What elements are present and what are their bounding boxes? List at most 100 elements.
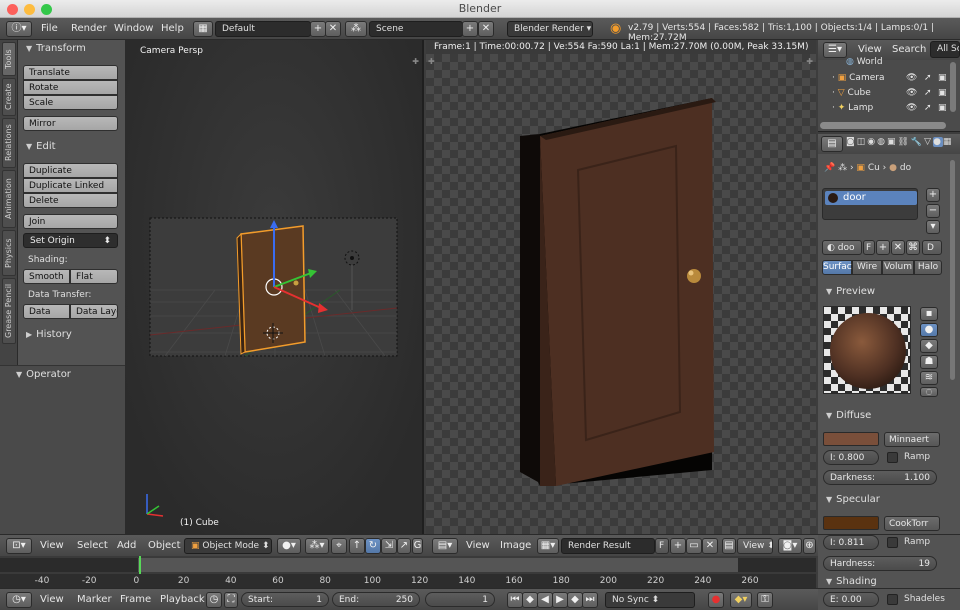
tab-halo[interactable]: Halo — [914, 260, 942, 275]
render-camera-icon[interactable]: ▣ — [938, 88, 947, 98]
specular-intensity-field[interactable]: I: 0.811 — [823, 535, 879, 550]
specular-color-swatch[interactable] — [823, 516, 879, 530]
menu-window[interactable]: Window — [114, 23, 153, 34]
unlink-material-icon[interactable]: ✕ — [891, 240, 905, 255]
viewport-shading-icon[interactable]: ●▾ — [277, 538, 301, 554]
keying-set-icon[interactable]: ◆▾ — [730, 592, 752, 608]
viewport-object-menu[interactable]: Object — [148, 540, 181, 551]
material-slots-list[interactable]: door — [822, 188, 918, 220]
image-browse-icon[interactable]: ▦▾ — [537, 538, 559, 554]
emit-field[interactable]: E: 0.00 — [823, 592, 879, 607]
lock-icon[interactable]: ⛶ — [224, 592, 238, 608]
render-result-field[interactable]: Render Result — [561, 538, 655, 554]
menu-help[interactable]: Help — [161, 23, 184, 34]
data-layout-button[interactable]: Data Layo — [70, 304, 118, 319]
play-icon[interactable]: ▶ — [552, 592, 568, 608]
object-tab-icon[interactable]: ▣ — [887, 137, 898, 147]
specular-ramp-checkbox[interactable] — [887, 537, 898, 548]
tab-relations[interactable]: Relations — [2, 118, 16, 168]
tab-grease-pencil[interactable]: Grease Pencil — [2, 278, 16, 344]
context-tabs[interactable]: ◙◫◉◍▣⛓🔧▽●▦ — [846, 137, 958, 151]
timeline-playback-menu[interactable]: Playback — [160, 594, 205, 605]
more-icon[interactable]: G — [412, 538, 423, 554]
viewport-view-menu[interactable]: View — [40, 540, 64, 551]
remove-layout-icon[interactable]: ✕ — [325, 21, 341, 37]
flat-button[interactable]: Flat — [70, 269, 118, 284]
select-arrow-icon[interactable]: ➚ — [924, 103, 932, 113]
world-tab-icon[interactable]: ◍ — [877, 137, 887, 147]
material-browse-field[interactable]: ◐ doo — [822, 240, 862, 255]
tab-physics[interactable]: Physics — [2, 230, 16, 276]
data-tab-icon[interactable]: ▽ — [924, 137, 933, 147]
scene-icon[interactable]: ⁂ — [345, 21, 367, 37]
tab-wire[interactable]: Wire — [852, 260, 882, 275]
menu-file[interactable]: File — [41, 23, 58, 34]
open-image-icon[interactable]: ▭ — [686, 538, 702, 554]
current-frame-field[interactable]: 1 — [425, 592, 495, 607]
transform-panel-header[interactable]: ▼ Transform — [18, 41, 125, 57]
rotate-button[interactable]: Rotate — [23, 80, 118, 95]
diffuse-color-swatch[interactable] — [823, 432, 879, 446]
image-editor-render[interactable]: Frame:1 | Time:00:00.72 | Ve:554 Fa:590 … — [426, 40, 816, 534]
timeline-frame-menu[interactable]: Frame — [120, 594, 151, 605]
scale-button[interactable]: Scale — [23, 95, 118, 110]
start-frame-field[interactable]: Start: 1 — [241, 592, 329, 607]
preview-hair-icon[interactable]: ≋ — [920, 371, 938, 385]
tab-animation[interactable]: Animation — [2, 170, 16, 228]
outliner-vscrollbar[interactable] — [950, 62, 956, 112]
image-view-select[interactable]: View ⬍ — [737, 538, 773, 554]
preview-cube-icon[interactable]: ◆ — [920, 339, 938, 353]
view-icon[interactable]: ▤ — [722, 538, 736, 554]
tab-tools[interactable]: Tools — [2, 42, 16, 76]
insert-keyframe-icon[interactable]: ⚿ — [757, 592, 773, 608]
add-slot-icon[interactable]: + — [926, 188, 940, 202]
outliner-row-cube[interactable]: · ▽ Cube 👁 ➚ ▣ — [832, 88, 960, 103]
history-panel-header[interactable]: ▶ History — [18, 327, 125, 343]
edit-panel-header[interactable]: ▼ Edit — [18, 139, 125, 155]
translate-button[interactable]: Translate — [23, 65, 118, 80]
outliner-row-camera[interactable]: · ▣ Camera 👁 ➚ ▣ — [832, 73, 960, 88]
preview-panel-header[interactable]: ▼ Preview — [818, 284, 925, 300]
viewport-3d[interactable]: Camera Persp ✚ (1) Cube — [125, 40, 424, 534]
hardness-field[interactable]: Hardness: 19 — [823, 556, 937, 571]
operator-panel-header[interactable]: ▼ Operator — [8, 367, 115, 383]
outliner-editor-type-icon[interactable]: ☰▾ — [823, 42, 847, 58]
preview-sky-icon[interactable]: ◌ — [920, 387, 938, 397]
outliner-view-menu[interactable]: View — [858, 44, 882, 55]
texture-tab-icon[interactable]: ▦ — [943, 137, 954, 147]
outliner-search-menu[interactable]: Search — [892, 44, 926, 55]
specular-panel-header[interactable]: ▼ Specular — [818, 492, 925, 508]
viewport-select-menu[interactable]: Select — [77, 540, 108, 551]
select-arrow-icon[interactable]: ➚ — [924, 73, 932, 83]
fake-user-button[interactable]: F — [863, 240, 875, 255]
set-origin-select[interactable]: Set Origin ⬍ — [23, 233, 118, 248]
shadeless-checkbox[interactable] — [887, 594, 898, 605]
image-image-menu[interactable]: Image — [500, 540, 531, 551]
manipulator-toggle-icon[interactable]: ⌖ — [331, 538, 347, 554]
scene-field[interactable]: Scene — [369, 21, 463, 37]
tab-volume[interactable]: Volum — [882, 260, 914, 275]
pivot-point-icon[interactable]: ⁂▾ — [305, 538, 329, 554]
next-keyframe-icon[interactable]: ◆ — [567, 592, 583, 608]
outliner-row-lamp[interactable]: · ✦ Lamp 👁 ➚ ▣ — [832, 103, 960, 118]
modifiers-tab-icon[interactable]: 🔧 — [911, 137, 924, 147]
preview-sphere-icon[interactable]: ● — [920, 323, 938, 337]
prev-keyframe-icon[interactable]: ◆ — [522, 592, 538, 608]
pin-icon[interactable]: 📌 — [824, 163, 835, 173]
timeline-view-menu[interactable]: View — [40, 594, 64, 605]
delete-button[interactable]: Delete — [23, 193, 118, 208]
slot-specials-icon[interactable]: ▾ — [926, 220, 940, 234]
specular-shader-select[interactable]: CookTorr⬍ — [884, 516, 940, 531]
link-data-select[interactable]: D — [922, 240, 942, 255]
jump-end-icon[interactable]: ⏭ — [582, 592, 598, 608]
select-arrow-icon[interactable]: ➚ — [924, 88, 932, 98]
tab-create[interactable]: Create — [2, 78, 16, 116]
auto-keying-icon[interactable]: ● — [708, 592, 724, 608]
properties-editor-type-icon[interactable]: ▤ — [821, 136, 843, 152]
preview-flat-icon[interactable]: ▪ — [920, 307, 938, 321]
timeline-editor-type-icon[interactable]: ◷▾ — [6, 592, 32, 608]
3d-view-editor-type-icon[interactable]: ⊡▾ — [6, 538, 32, 554]
preview-range-icon[interactable]: ◷ — [206, 592, 222, 608]
render-camera-icon[interactable]: ▣ — [938, 103, 947, 113]
material-tab-icon[interactable]: ● — [933, 137, 943, 147]
